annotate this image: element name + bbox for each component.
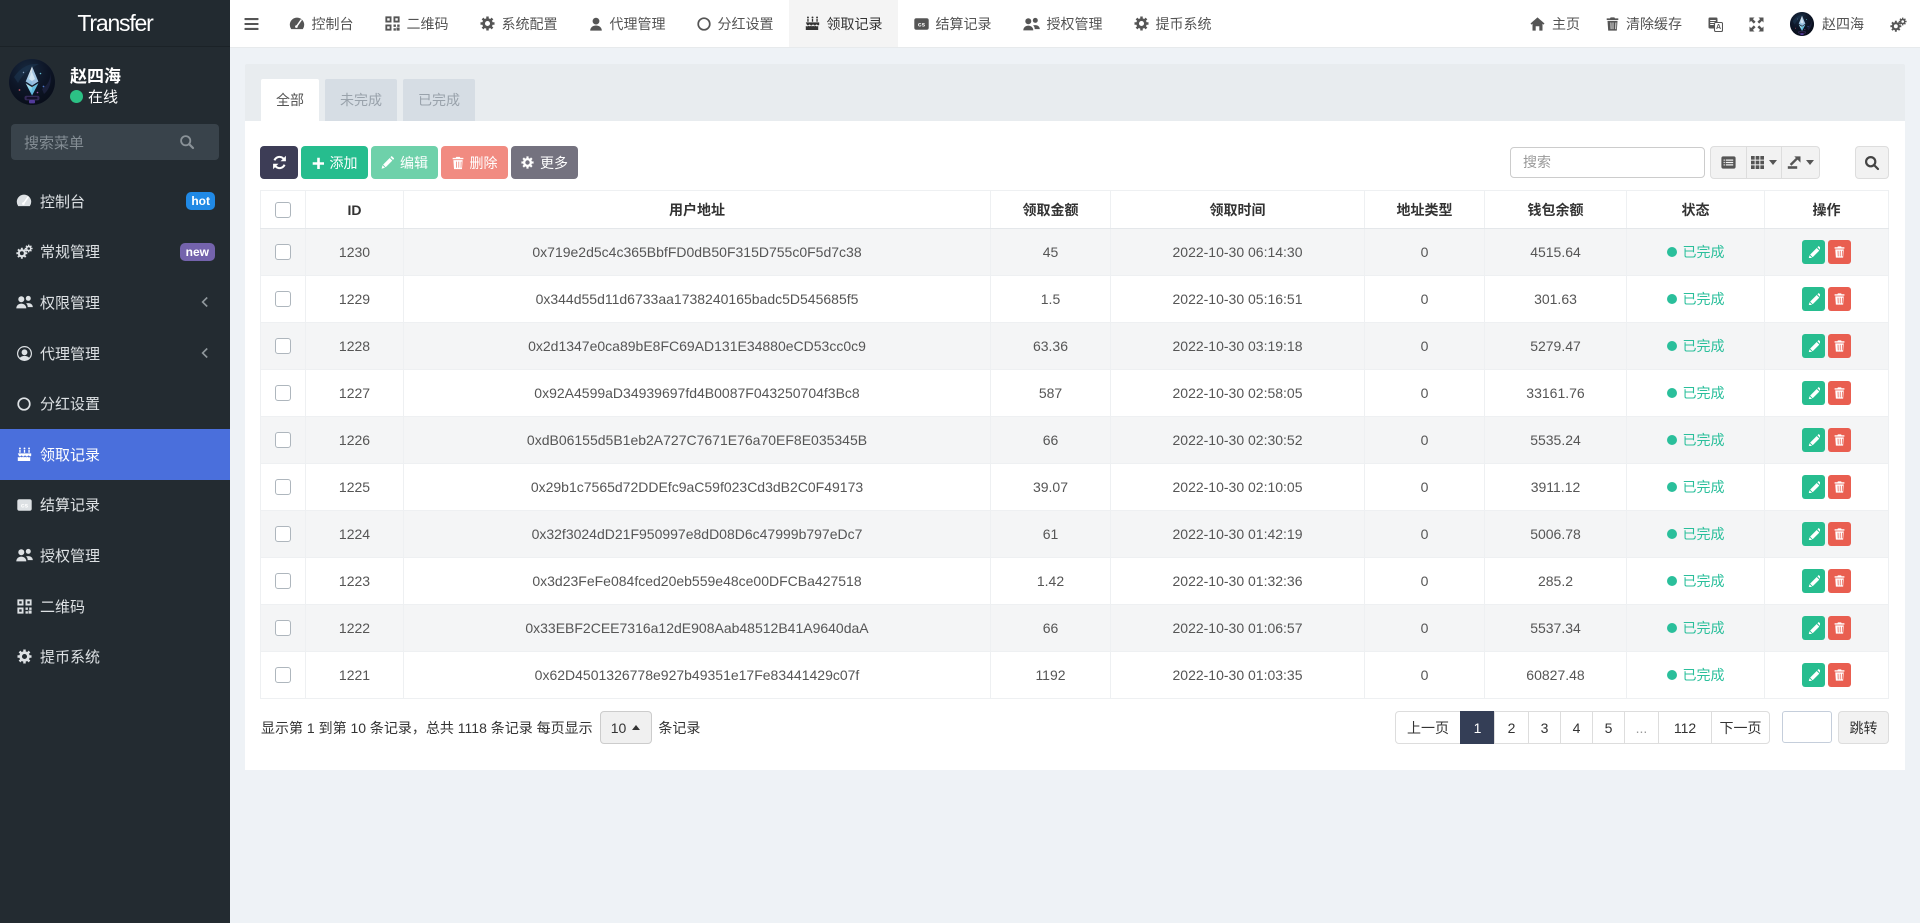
- svg-text:cs: cs: [917, 21, 925, 28]
- svg-text:A: A: [1716, 24, 1721, 31]
- svg-text:cs: cs: [20, 503, 28, 510]
